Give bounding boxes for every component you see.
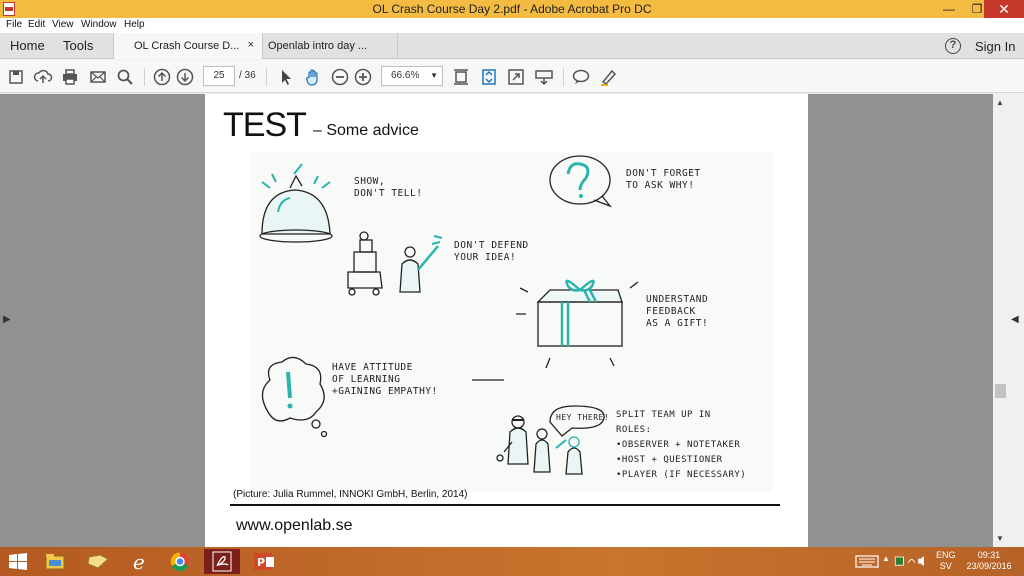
question-bubble-drawing — [549, 155, 612, 208]
title-bar: OL Crash Course Day 2.pdf - Adobe Acroba… — [0, 0, 1024, 18]
hand-icon[interactable] — [303, 67, 323, 87]
scroll-thumb[interactable] — [995, 384, 1006, 398]
select-cursor-icon[interactable] — [276, 67, 296, 87]
note-dont-defend: DON'T DEFEND YOUR IDEA! — [454, 240, 529, 263]
locale-code: SV — [939, 561, 952, 571]
slide-subtitle: – Some advice — [313, 122, 419, 139]
menu-bar: File Edit View Window Help — [0, 18, 1024, 33]
acrobat-icon[interactable] — [204, 549, 240, 574]
gift-drawing — [516, 279, 639, 369]
tray-expand-icon[interactable]: ▲ — [882, 554, 890, 563]
language-code: ENG — [936, 550, 956, 560]
tab-tools[interactable]: Tools — [63, 38, 93, 53]
slide-title: TEST — [223, 106, 307, 144]
cloche-drawing — [259, 163, 333, 243]
taskbar: e P ▲ ENG SV 09:31 23/09/2016 — [0, 547, 1024, 576]
tray-status-icons[interactable] — [892, 549, 936, 574]
powerpoint-icon[interactable]: P — [246, 549, 282, 574]
menu-view[interactable]: View — [52, 19, 74, 30]
file-explorer-icon[interactable] — [37, 549, 73, 574]
zoom-in-icon[interactable] — [353, 67, 373, 87]
windows-start-icon[interactable] — [0, 549, 36, 574]
zoom-out-icon[interactable] — [330, 67, 350, 87]
note-attitude-learning: HAVE ATTITUDE OF LEARNING +GAINING EMPAT… — [332, 362, 438, 397]
toolbar-separator — [144, 68, 145, 86]
defend-figures-drawing — [347, 231, 443, 296]
touch-keyboard-icon[interactable] — [850, 549, 886, 574]
page-down-icon[interactable] — [175, 67, 195, 87]
pdf-page: TEST – Some advice SHOW, DON'T TELL! DON… — [205, 94, 808, 547]
input-language-indicator[interactable]: ENG SV — [936, 550, 956, 572]
keyboard-icon[interactable] — [534, 67, 554, 87]
note-hey-there: HEY THERE! — [556, 413, 610, 422]
toolbar: 25 / 36 66.6% ▼ — [0, 60, 1024, 93]
document-viewport[interactable]: ▶ TEST – Some advice SHOW, DON'T TELL! D… — [0, 94, 993, 547]
toolbar-separator — [563, 68, 564, 86]
page-total: / 36 — [239, 70, 256, 81]
menu-window[interactable]: Window — [81, 19, 117, 30]
tab-document-label: Openlab intro day ... — [268, 40, 368, 52]
fullscreen-icon[interactable] — [506, 67, 526, 87]
menu-file[interactable]: File — [6, 19, 22, 30]
fit-page-icon[interactable] — [451, 67, 471, 87]
chrome-icon[interactable] — [162, 549, 198, 574]
close-window-button[interactable]: ✕ — [984, 0, 1024, 18]
scroll-up-icon[interactable]: ▲ — [996, 98, 1004, 107]
note-split-team: SPLIT TEAM UP IN ROLES: •OBSERVER + NOTE… — [616, 410, 747, 480]
sign-in-link[interactable]: Sign In — [975, 39, 1015, 54]
sketch-illustration: SHOW, DON'T TELL! DON'T FORGET TO ASK WH… — [250, 152, 773, 492]
upload-icon[interactable] — [33, 67, 53, 87]
clock[interactable]: 09:31 23/09/2016 — [966, 550, 1012, 572]
picture-credit: (Picture: Julia Rummel, INNOKI GmbH, Ber… — [233, 489, 468, 500]
tab-document-active[interactable]: OL Crash Course D... × — [113, 33, 263, 59]
expand-left-pane-icon[interactable]: ▶ — [3, 314, 11, 325]
highlight-pen-icon[interactable] — [598, 67, 618, 87]
page-number-input[interactable]: 25 — [203, 66, 235, 86]
tab-bar: Home Tools OL Crash Course D... × Openla… — [0, 33, 1024, 59]
clock-time: 09:31 — [977, 550, 1001, 560]
footer-divider — [230, 504, 780, 506]
expand-right-pane-icon[interactable]: ◀ — [1011, 314, 1019, 325]
note-feedback-gift: UNDERSTAND FEEDBACK AS A GIFT! — [646, 294, 709, 329]
chevron-down-icon: ▼ — [430, 71, 438, 80]
search-icon[interactable] — [115, 67, 135, 87]
internet-explorer-icon[interactable]: e — [122, 549, 158, 574]
help-icon[interactable]: ? — [945, 38, 961, 54]
footer-url: www.openlab.se — [236, 517, 353, 534]
save-icon[interactable] — [6, 67, 26, 87]
zoom-level-value: 66.6% — [391, 70, 420, 81]
tab-document-2[interactable]: Openlab intro day ... — [248, 33, 398, 59]
clock-date: 23/09/2016 — [966, 561, 1012, 571]
toolbar-separator — [266, 68, 267, 86]
note-show-dont-tell: SHOW, DON'T TELL! — [354, 176, 423, 199]
note-ask-why: DON'T FORGET TO ASK WHY! — [626, 168, 701, 191]
comment-icon[interactable] — [571, 67, 591, 87]
menu-help[interactable]: Help — [124, 19, 145, 30]
minimize-button[interactable]: — — [935, 0, 963, 18]
scroll-down-icon[interactable]: ▼ — [996, 534, 1004, 543]
zoom-level-select[interactable]: 66.6% ▼ — [381, 66, 443, 86]
tab-document-label: OL Crash Course D... — [134, 40, 240, 52]
tab-home[interactable]: Home — [10, 38, 45, 53]
print-icon[interactable] — [60, 67, 80, 87]
window-title: OL Crash Course Day 2.pdf - Adobe Acroba… — [372, 2, 652, 16]
svg-text:e: e — [133, 550, 145, 574]
email-icon[interactable] — [88, 67, 108, 87]
folder-icon[interactable] — [80, 549, 116, 574]
menu-edit[interactable]: Edit — [28, 19, 45, 30]
vertical-scrollbar[interactable]: ▲ ▼ — [993, 94, 1008, 547]
scroll-mode-icon[interactable] — [479, 67, 499, 87]
svg-text:P: P — [257, 556, 265, 569]
page-up-icon[interactable] — [152, 67, 172, 87]
